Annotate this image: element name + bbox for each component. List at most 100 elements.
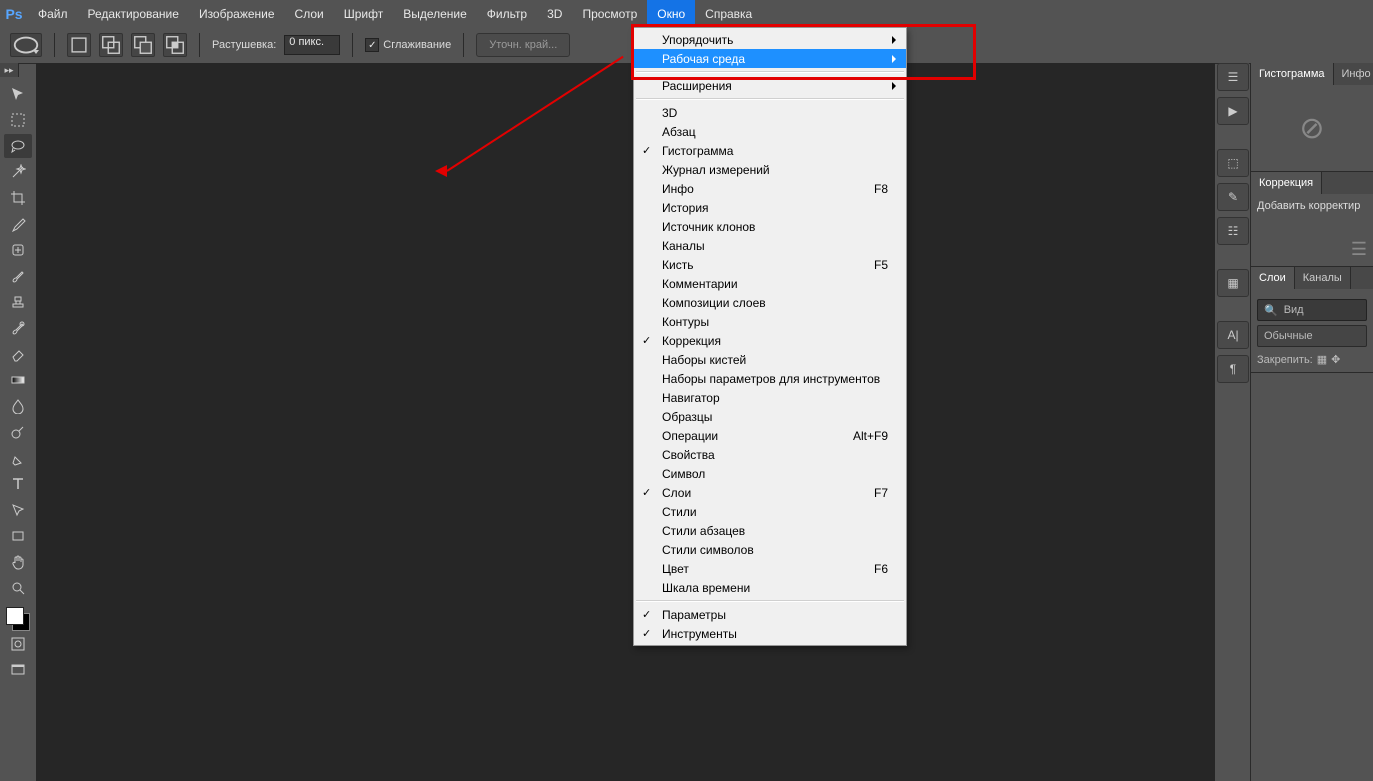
stamp-tool[interactable] [4,290,32,314]
crop-tool[interactable] [4,186,32,210]
menu-item-история[interactable]: История [634,198,906,217]
selection-subtract-icon[interactable] [131,33,155,57]
menu-item-инфо[interactable]: ИнфоF8 [634,179,906,198]
tab-histogram[interactable]: Гистограмма [1251,63,1334,85]
menu-шрифт[interactable]: Шрифт [334,0,393,27]
menu-item-инструменты[interactable]: ✓Инструменты [634,624,906,643]
check-icon: ✓ [642,608,651,621]
menu-фильтр[interactable]: Фильтр [477,0,537,27]
tab-info[interactable]: Инфо [1334,63,1373,85]
menu-item-стили-символов[interactable]: Стили символов [634,540,906,559]
type-tool[interactable] [4,472,32,496]
menu-редактирование[interactable]: Редактирование [78,0,189,27]
layer-filter[interactable]: 🔍Вид [1257,299,1367,321]
marquee-tool[interactable] [4,108,32,132]
hand-tool[interactable] [4,550,32,574]
layers-panel: Слои Каналы 🔍Вид Обычные Закрепить: ▦ ✥ [1251,267,1373,373]
menu-изображение[interactable]: Изображение [189,0,285,27]
submenu-arrow-icon [892,82,896,90]
tab-layers[interactable]: Слои [1251,267,1295,289]
menu-item-операции[interactable]: ОперацииAlt+F9 [634,426,906,445]
menu-файл[interactable]: Файл [28,0,78,27]
menu-окно[interactable]: Окно [647,0,695,27]
histogram-panel: Гистограмма Инфо ⊘ [1251,63,1373,172]
feather-input[interactable]: 0 пикс. [284,35,340,55]
gradient-tool[interactable] [4,368,32,392]
menu-item-упорядочить[interactable]: Упорядочить [634,30,906,49]
wand-tool[interactable] [4,160,32,184]
menu-слои[interactable]: Слои [285,0,334,27]
eyedropper-tool[interactable] [4,212,32,236]
eraser-tool[interactable] [4,342,32,366]
lock-pixels-icon[interactable]: ▦ [1317,353,1327,366]
menu-item-3d[interactable]: 3D [634,103,906,122]
menu-item-символ[interactable]: Символ [634,464,906,483]
menu-item-шкала-времени[interactable]: Шкала времени [634,578,906,597]
menu-item-слои[interactable]: ✓СлоиF7 [634,483,906,502]
selection-add-icon[interactable] [99,33,123,57]
menu-просмотр[interactable]: Просмотр [572,0,647,27]
lock-position-icon[interactable]: ✥ [1331,353,1340,366]
zoom-tool[interactable] [4,576,32,600]
lasso-tool[interactable] [4,134,32,158]
menu-item-стили-абзацев[interactable]: Стили абзацев [634,521,906,540]
blend-mode-select[interactable]: Обычные [1257,325,1367,347]
swatches-panel-icon[interactable]: ▦ [1217,269,1249,297]
panel-icon-strip: ☰ ▶ ⬚ ✎ ☷ ▦ A| ¶ [1215,63,1249,363]
tool-preset-picker[interactable] [10,33,42,57]
menu-справка[interactable]: Справка [695,0,762,27]
menu-separator [636,71,904,73]
menu-item-образцы[interactable]: Образцы [634,407,906,426]
menu-item-коррекция[interactable]: ✓Коррекция [634,331,906,350]
menu-item-абзац[interactable]: Абзац [634,122,906,141]
menu-item-журнал-измерений[interactable]: Журнал измерений [634,160,906,179]
brush-tool[interactable] [4,264,32,288]
move-tool[interactable] [4,82,32,106]
screen-mode-icon[interactable] [4,658,32,682]
pen-tool[interactable] [4,446,32,470]
menu-item-кисть[interactable]: КистьF5 [634,255,906,274]
dodge-tool[interactable] [4,420,32,444]
path-sel-tool[interactable] [4,498,32,522]
menu-item-комментарии[interactable]: Комментарии [634,274,906,293]
check-icon: ✓ [365,38,379,52]
app-logo: Ps [0,0,28,27]
rectangle-tool[interactable] [4,524,32,548]
history-panel-icon[interactable]: ☰ [1217,63,1249,91]
menu-item-контуры[interactable]: Контуры [634,312,906,331]
menu-item-рабочая-среда[interactable]: Рабочая среда [634,49,906,68]
menu-item-свойства[interactable]: Свойства [634,445,906,464]
antialias-option[interactable]: ✓ Сглаживание [365,38,451,52]
brush-panel-icon[interactable]: ✎ [1217,183,1249,211]
selection-intersect-icon[interactable] [163,33,187,57]
menu-item-навигатор[interactable]: Навигатор [634,388,906,407]
canvas-area[interactable] [36,63,1215,781]
menu-item-стили[interactable]: Стили [634,502,906,521]
color-swatches[interactable] [6,607,30,631]
history-brush-tool[interactable] [4,316,32,340]
selection-new-icon[interactable] [67,33,91,57]
menu-item-наборы-кистей[interactable]: Наборы кистей [634,350,906,369]
tab-adjustments[interactable]: Коррекция [1251,172,1322,194]
collapse-left-icon[interactable]: ▸▸ [0,63,19,78]
menu-item-источник-клонов[interactable]: Источник клонов [634,217,906,236]
menu-item-расширения[interactable]: Расширения [634,76,906,95]
menu-item-цвет[interactable]: ЦветF6 [634,559,906,578]
tab-channels[interactable]: Каналы [1295,267,1351,289]
properties-panel-icon[interactable]: ⬚ [1217,149,1249,177]
blur-tool[interactable] [4,394,32,418]
menu-item-каналы[interactable]: Каналы [634,236,906,255]
heal-tool[interactable] [4,238,32,262]
paragraph-panel-icon[interactable]: ¶ [1217,355,1249,383]
menu-item-параметры[interactable]: ✓Параметры [634,605,906,624]
quick-mask-icon[interactable] [4,632,32,656]
menu-выделение[interactable]: Выделение [393,0,477,27]
menu-3d[interactable]: 3D [537,0,572,27]
refine-edge-button[interactable]: Уточн. край... [476,33,570,57]
actions-panel-icon[interactable]: ▶ [1217,97,1249,125]
presets-panel-icon[interactable]: ☷ [1217,217,1249,245]
menu-item-композиции-слоев[interactable]: Композиции слоев [634,293,906,312]
character-panel-icon[interactable]: A| [1217,321,1249,349]
menu-item-гистограмма[interactable]: ✓Гистограмма [634,141,906,160]
menu-item-наборы-параметров-для-инструментов[interactable]: Наборы параметров для инструментов [634,369,906,388]
